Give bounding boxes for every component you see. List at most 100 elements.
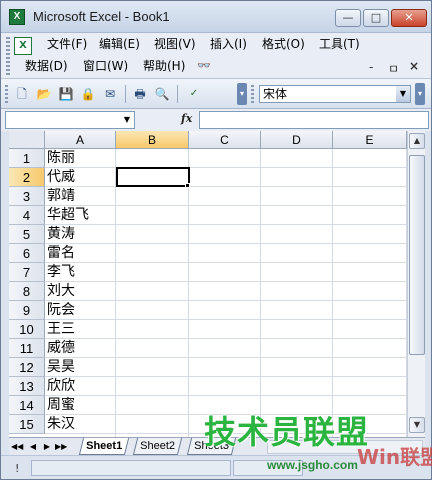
open-icon[interactable]: 📂 [35, 85, 53, 103]
restore-button[interactable]: □ [363, 9, 389, 27]
menu-view[interactable]: 视图(V) [152, 35, 198, 53]
cell-a10[interactable]: 王三 [47, 320, 75, 339]
row-header[interactable]: 7 [9, 263, 45, 282]
scroll-down-icon[interactable]: ▼ [409, 417, 425, 433]
tab-sheet2[interactable]: Sheet2 [132, 438, 182, 455]
permission-icon[interactable]: 🔒 [79, 85, 97, 103]
column-header-b[interactable]: B [116, 131, 189, 149]
cell-a12[interactable]: 吴昊 [47, 358, 75, 377]
toolbar-separator [177, 85, 178, 103]
cell-a14[interactable]: 周蜜 [47, 396, 75, 415]
cell-a2[interactable]: 代威 [47, 168, 75, 187]
row-header[interactable]: 13 [9, 377, 45, 396]
row-gridline [45, 338, 407, 339]
next-sheet-icon[interactable]: ▶ [41, 440, 53, 454]
save-icon[interactable]: 💾 [57, 85, 75, 103]
formula-input[interactable] [199, 111, 429, 129]
formula-bar: ▼ fx [1, 109, 431, 131]
cell-a3[interactable]: 郭靖 [47, 187, 75, 206]
last-sheet-icon[interactable]: ▶▶ [55, 440, 67, 454]
spelling-icon[interactable]: ✓ [185, 85, 203, 103]
chevron-down-icon[interactable]: ▼ [121, 113, 133, 127]
scroll-up-icon[interactable]: ▲ [409, 133, 425, 149]
email-icon[interactable]: ✉ [101, 85, 119, 103]
chevron-down-icon[interactable]: ▼ [396, 86, 410, 102]
toolbar-grip-handle[interactable] [5, 85, 8, 105]
menu-grip-handle[interactable] [6, 37, 10, 75]
column-header-d[interactable]: D [261, 131, 333, 149]
title-bar: X Microsoft Excel - Book1 — □ ✕ [1, 1, 431, 33]
research-icon[interactable]: 👓 [195, 57, 213, 75]
row-header[interactable]: 3 [9, 187, 45, 206]
row-header[interactable]: 9 [9, 301, 45, 320]
menu-file[interactable]: 文件(F) [45, 35, 89, 53]
menu-bar: X 文件(F) 编辑(E) 视图(V) 插入(I) 格式(O) 工具(T) 数据… [1, 33, 431, 79]
cell-a11[interactable]: 威德 [47, 339, 75, 358]
row-gridline [45, 224, 407, 225]
menu-format[interactable]: 格式(O) [260, 35, 307, 53]
menu-data[interactable]: 数据(D) [23, 57, 70, 75]
cell-a8[interactable]: 刘大 [47, 282, 75, 301]
new-icon[interactable]: 🗋 [13, 85, 31, 103]
workbook-icon[interactable]: X [14, 37, 32, 55]
row-gridline [45, 262, 407, 263]
fill-handle[interactable] [185, 183, 190, 188]
cell-a4[interactable]: 华超飞 [47, 206, 89, 225]
format-toolbar-grip[interactable] [251, 85, 254, 105]
menu-edit[interactable]: 编辑(E) [97, 35, 142, 53]
row-header[interactable]: 2 [9, 168, 45, 187]
doc-close-button[interactable]: × [409, 59, 419, 73]
toolbar-options-chevron[interactable]: ▾ [237, 83, 247, 105]
font-name-select[interactable]: 宋体 ▼ [259, 85, 411, 103]
column-header-a[interactable]: A [45, 131, 116, 149]
status-panel-main [31, 460, 231, 476]
menu-window[interactable]: 窗口(W) [81, 57, 130, 75]
close-button[interactable]: ✕ [391, 9, 427, 27]
row-gridline [45, 376, 407, 377]
tab-sheet1[interactable]: Sheet1 [78, 438, 130, 455]
format-toolbar-chevron[interactable]: ▾ [415, 83, 425, 105]
font-name-value: 宋体 [263, 87, 288, 101]
column-header-e[interactable]: E [333, 131, 407, 149]
minimize-button[interactable]: — [335, 9, 361, 27]
row-header[interactable]: 14 [9, 396, 45, 415]
row-gridline [45, 357, 407, 358]
row-header[interactable]: 8 [9, 282, 45, 301]
cell-a1[interactable]: 陈丽 [47, 149, 75, 168]
row-header[interactable]: 5 [9, 225, 45, 244]
vertical-scroll-thumb[interactable] [409, 155, 425, 355]
cell-a15[interactable]: 朱汉 [47, 415, 75, 434]
cell-a13[interactable]: 欣欣 [47, 377, 75, 396]
excel-app-icon[interactable]: X [9, 9, 25, 25]
row-header[interactable]: 1 [9, 149, 45, 168]
select-all-corner[interactable] [9, 131, 45, 149]
watermark-logo: Win联盟 [357, 445, 432, 469]
insert-function-icon[interactable]: fx [181, 112, 192, 125]
active-cell-b2[interactable] [116, 167, 190, 187]
menu-help[interactable]: 帮助(H) [141, 57, 187, 75]
prev-sheet-icon[interactable]: ◀ [27, 440, 39, 454]
status-indicator: ! [15, 462, 20, 475]
row-header[interactable]: 10 [9, 320, 45, 339]
print-icon[interactable]: 🖶 [131, 85, 149, 103]
name-box[interactable]: ▼ [5, 111, 135, 129]
row-header[interactable]: 6 [9, 244, 45, 263]
menu-tools[interactable]: 工具(T) [317, 35, 362, 53]
standard-toolbar: 🗋 📂 💾 🔒 ✉ 🖶 🔍 ✓ ▾ 宋体 ▼ ▾ [1, 79, 431, 109]
doc-restore-button[interactable]: ㅁ [388, 60, 399, 77]
row-header[interactable]: 11 [9, 339, 45, 358]
print-preview-icon[interactable]: 🔍 [153, 85, 171, 103]
worksheet-grid[interactable]: A B C D E 1 陈丽 2 代威 3 郭靖 4 华超飞 5 黄涛 6 雷名 7 李飞 8 刘大 9 阮会 10… [9, 131, 407, 437]
doc-minimize-button[interactable]: - [369, 60, 373, 74]
row-header[interactable]: 15 [9, 415, 45, 434]
cell-a9[interactable]: 阮会 [47, 301, 75, 320]
vertical-scrollbar[interactable]: ▲ ▼ [407, 131, 425, 437]
cell-a6[interactable]: 雷名 [47, 244, 75, 263]
column-header-c[interactable]: C [189, 131, 261, 149]
cell-a7[interactable]: 李飞 [47, 263, 75, 282]
menu-insert[interactable]: 插入(I) [208, 35, 249, 53]
row-header[interactable]: 12 [9, 358, 45, 377]
first-sheet-icon[interactable]: ◀◀ [11, 440, 23, 454]
cell-a5[interactable]: 黄涛 [47, 225, 75, 244]
row-header[interactable]: 4 [9, 206, 45, 225]
